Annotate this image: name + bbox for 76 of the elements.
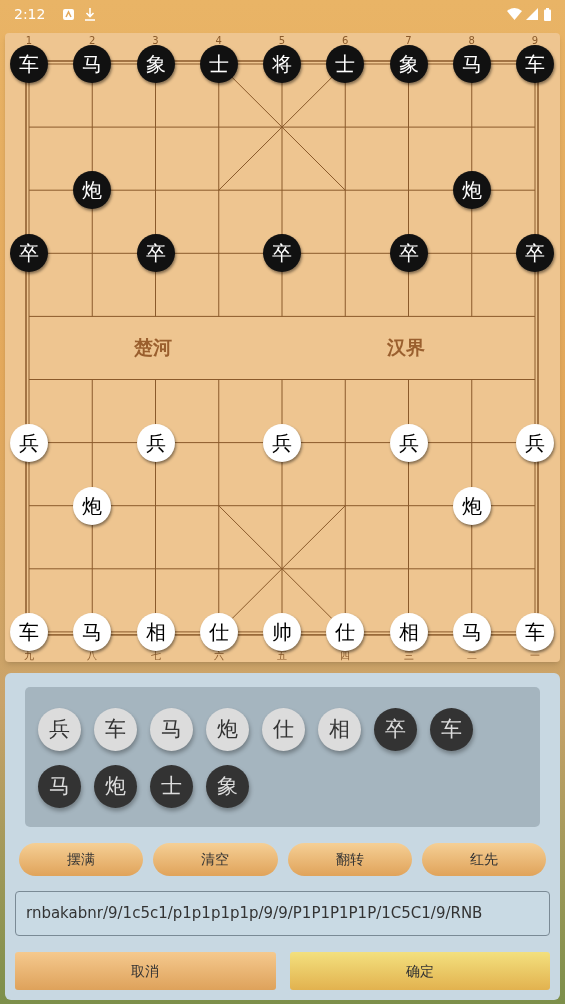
file-label: 8 (467, 36, 476, 46)
chess-piece[interactable]: 象 (136, 45, 175, 83)
river-label: 汉界 (386, 337, 425, 357)
file-label: 9 (530, 36, 540, 46)
chess-piece[interactable]: 马 (73, 45, 112, 83)
chess-piece[interactable]: 卒 (389, 234, 428, 273)
file-label: 1 (24, 36, 34, 46)
file-label: 2 (88, 36, 97, 46)
chess-piece[interactable]: 炮 (73, 171, 112, 210)
river-label: 楚河 (133, 337, 172, 357)
chess-piece[interactable]: 象 (389, 45, 428, 83)
signal-icon (526, 8, 538, 20)
palette-piece[interactable]: 仕 (262, 708, 305, 751)
file-label: 五 (276, 651, 288, 661)
chess-piece[interactable]: 炮 (452, 486, 491, 525)
chess-piece[interactable]: 兵 (10, 423, 48, 462)
chess-piece[interactable]: 帅 (263, 612, 301, 651)
tool-button[interactable]: 翻转 (287, 843, 412, 876)
battery-icon (544, 7, 551, 21)
chess-piece[interactable]: 马 (452, 45, 491, 83)
chess-piece[interactable]: 炮 (452, 171, 491, 210)
fen-value: rnbakabnr/9/1c5c1/p1p1p1p1p/9/9/P1P1P1P1P/1C5C1/9/RNB (26, 903, 483, 925)
chess-piece[interactable]: 卒 (263, 234, 301, 273)
palette-piece[interactable]: 卒 (374, 708, 417, 751)
file-label: 九 (23, 651, 35, 661)
fen-field[interactable]: rnbakabnr/9/1c5c1/p1p1p1p1p/9/9/P1P1P1P1P/1C5C1/9/RNB (15, 891, 550, 936)
file-label: 5 (277, 36, 287, 46)
palette-piece[interactable]: 象 (206, 765, 249, 808)
file-label: 3 (151, 36, 160, 46)
file-label: 八 (86, 651, 99, 661)
chess-piece[interactable]: 卒 (136, 234, 175, 273)
tool-button[interactable]: 摆满 (19, 843, 144, 876)
chess-piece[interactable]: 炮 (73, 486, 112, 525)
file-label: 7 (404, 36, 413, 46)
palette-piece[interactable]: 车 (94, 708, 137, 751)
file-label: 六 (212, 651, 225, 661)
cancel-button[interactable]: 取消 (15, 952, 276, 990)
tool-button[interactable]: 红先 (421, 843, 546, 876)
palette-piece[interactable]: 马 (38, 765, 81, 808)
status-time: 2:12 (14, 4, 46, 24)
download-icon (84, 7, 97, 21)
chess-piece[interactable]: 卒 (10, 234, 48, 273)
palette-piece[interactable]: 炮 (94, 765, 137, 808)
wifi-icon (507, 8, 522, 20)
chess-piece[interactable]: 兵 (263, 423, 301, 462)
chess-piece[interactable]: 马 (452, 612, 491, 651)
chess-piece[interactable]: 兵 (516, 423, 554, 462)
chess-piece[interactable]: 马 (73, 612, 112, 651)
chess-piece[interactable]: 兵 (389, 423, 428, 462)
chess-piece[interactable]: 相 (136, 612, 175, 651)
file-label: 四 (339, 651, 352, 661)
palette-piece[interactable]: 马 (150, 708, 193, 751)
chess-piece[interactable]: 车 (10, 612, 48, 651)
palette-piece[interactable]: 相 (318, 708, 361, 751)
chess-piece[interactable]: 车 (516, 612, 554, 651)
chess-piece[interactable]: 兵 (136, 423, 175, 462)
file-label: 6 (341, 36, 350, 46)
chess-piece[interactable]: 车 (516, 45, 554, 83)
confirm-button[interactable]: 确定 (289, 952, 550, 990)
chess-piece[interactable]: 士 (326, 45, 365, 83)
chess-piece[interactable]: 士 (199, 45, 238, 83)
chess-piece[interactable]: 卒 (516, 234, 554, 273)
chess-piece[interactable]: 仕 (326, 612, 365, 651)
chess-piece[interactable]: 相 (389, 612, 428, 651)
palette-piece[interactable]: 车 (430, 708, 473, 751)
file-label: 4 (214, 36, 223, 46)
chess-piece[interactable]: 仕 (199, 612, 238, 651)
tool-button[interactable]: 清空 (153, 843, 278, 876)
palette-piece[interactable]: 兵 (38, 708, 81, 751)
notification-icon (63, 8, 75, 20)
palette-piece[interactable]: 士 (150, 765, 193, 808)
chess-piece[interactable]: 将 (263, 45, 301, 83)
file-label: 三 (402, 651, 415, 661)
palette-piece[interactable]: 炮 (206, 708, 249, 751)
chess-piece[interactable]: 车 (10, 45, 48, 83)
file-label: 七 (149, 651, 162, 661)
